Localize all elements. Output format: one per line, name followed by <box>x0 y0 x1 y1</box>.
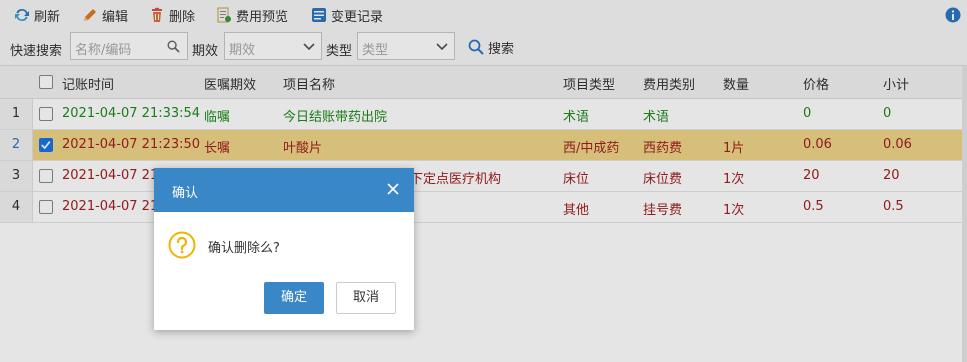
dialog-title: 确认 <box>172 186 199 201</box>
cancel-button[interactable]: 取消 <box>336 282 396 314</box>
question-icon <box>168 231 196 259</box>
modal-overlay <box>0 0 967 362</box>
dialog-message: 确认删除么? <box>208 241 280 256</box>
close-icon[interactable] <box>386 182 400 196</box>
confirm-dialog: 确认 确认删除么? 确定 取消 <box>154 168 414 330</box>
confirm-button[interactable]: 确定 <box>264 282 324 314</box>
dialog-header: 确认 <box>154 168 414 212</box>
